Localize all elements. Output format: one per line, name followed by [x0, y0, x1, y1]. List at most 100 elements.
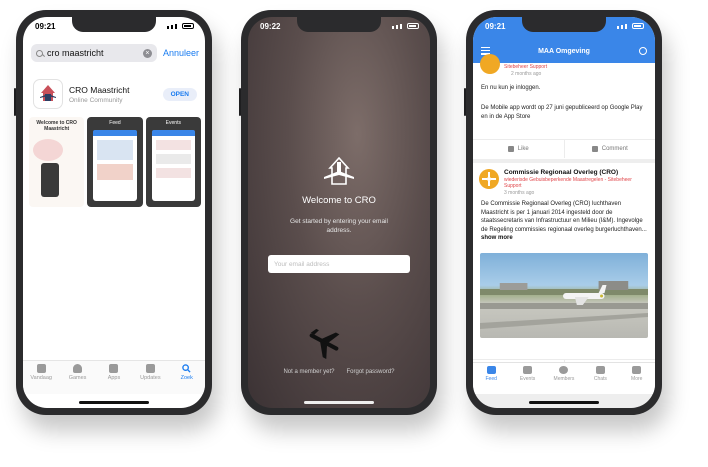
app-category: Online Community [69, 96, 123, 104]
post-author-meta: Commissie Regionaal Overleg (CRO) wieder… [504, 169, 649, 196]
search-icon [36, 49, 43, 57]
post-text: En nu kun je inloggen. [481, 85, 541, 91]
cancel-button[interactable]: Annuleer [163, 48, 199, 58]
post-time: 2 months ago [511, 71, 542, 77]
comment-button[interactable]: Comment [563, 140, 656, 158]
like-label: Like [517, 146, 529, 152]
screenshot-device [151, 130, 195, 201]
home-indicator [304, 401, 374, 404]
layers-icon [109, 364, 119, 373]
email-field[interactable] [268, 255, 410, 273]
app-result-row[interactable]: CRO Maastricht Online Community OPEN [33, 77, 197, 111]
tab-label: Updates [140, 375, 161, 381]
tab-vandaag[interactable]: Vandaag [26, 364, 56, 394]
welcome-title: Welcome to CRO [302, 195, 376, 206]
tab-updates[interactable]: Updates [135, 364, 165, 394]
thumbs-up-icon [507, 146, 514, 152]
post-photo[interactable] [480, 253, 648, 338]
search-value: cro maastricht [47, 48, 104, 58]
tab-label: Vandaag [30, 375, 52, 381]
post-time: 3 months ago [504, 190, 535, 196]
tab-label: Games [68, 375, 87, 381]
home-indicator [529, 401, 599, 404]
avatar[interactable] [479, 169, 499, 189]
tab-members[interactable]: Members [550, 366, 578, 394]
feed-screen: 09:21 MAA Omgeving Sitebeheer Support 2 … [473, 17, 655, 408]
screenshot-device [93, 130, 137, 201]
rocket-icon [73, 364, 83, 373]
not-member-link[interactable]: Not a member yet? [283, 369, 334, 375]
download-icon [145, 364, 155, 373]
notch [522, 17, 606, 32]
app-icon [33, 79, 63, 109]
post-actions: Like Comment [473, 139, 655, 158]
screenshot-events-title: Events [165, 120, 181, 126]
home-icon [486, 366, 496, 374]
page-title: MAA Omgeving [538, 48, 590, 55]
search-row: cro maastricht × Annuleer [31, 43, 199, 63]
airplane-icon [309, 328, 340, 359]
app-meta: CRO Maastricht Online Community [69, 85, 163, 104]
forgot-password-link[interactable]: Forgot password? [347, 369, 395, 375]
calendar-icon [523, 366, 533, 374]
open-button[interactable]: OPEN [162, 87, 197, 101]
screenshot-feed-title: Feed [109, 120, 121, 126]
today-icon [36, 364, 46, 373]
menu-icon [632, 366, 642, 374]
bottom-links: Not a member yet? Forgot password? [248, 369, 430, 375]
tab-label: Zoek [180, 375, 193, 381]
screenshot-events[interactable]: Events [145, 117, 201, 207]
status-time: 09:21 [35, 22, 56, 31]
app-screenshots[interactable]: Welcome to CRO Maastricht Feed Events [29, 117, 201, 207]
post-author-sub: Sitebeheer Support [504, 64, 548, 70]
signal-wifi-battery-icon [392, 23, 419, 29]
search-icon [182, 364, 191, 373]
phone-feed: 09:21 MAA Omgeving Sitebeheer Support 2 … [464, 10, 662, 415]
show-more-link[interactable]: show more [473, 234, 655, 242]
post-author-sub[interactable]: wiederisde Gebuisbeperkende Maastregelen… [504, 177, 649, 189]
search-icon[interactable] [639, 47, 647, 55]
tab-label: Events [519, 376, 536, 382]
screenshot-device [41, 163, 59, 197]
tab-label: Apps [107, 375, 121, 381]
post-card: Sitebeheer Support 2 months ago En nu ku… [473, 54, 655, 159]
status-time: 09:22 [260, 22, 281, 31]
signal-wifi-battery-icon [167, 23, 194, 29]
status-time: 09:21 [485, 22, 506, 31]
comment-label: Comment [601, 146, 628, 152]
feed-tab-bar: Feed Events Members Chats More [473, 362, 655, 394]
feed-list[interactable]: Sitebeheer Support 2 months ago En nu ku… [473, 54, 655, 408]
phone-welcome: 09:22 Welcome to CRO Get started by ente… [239, 10, 437, 415]
app-store-screen: 09:21 cro maastricht × Annuleer CRO Maas… [23, 17, 205, 408]
search-input[interactable]: cro maastricht × [31, 44, 157, 62]
cro-avatar-icon [482, 172, 496, 186]
phone-app-store: 09:21 cro maastricht × Annuleer CRO Maas… [14, 10, 212, 415]
tab-label: More [631, 376, 643, 382]
post-text: De Mobile app wordt op 27 juni gepublice… [481, 105, 643, 120]
screenshot-welcome-title: Welcome to CRO Maastricht [36, 120, 77, 132]
people-icon [559, 366, 569, 374]
airport-photo [480, 281, 648, 329]
post-author[interactable]: Commissie Regionaal Overleg (CRO) [504, 169, 649, 176]
post-text: De Commissie Regionaal Overleg (CRO) luc… [481, 201, 647, 233]
avatar[interactable] [480, 54, 500, 74]
tab-label: Feed [485, 376, 497, 382]
comment-icon [591, 146, 598, 152]
app-store-tab-bar: Vandaag Games Apps Updates Zoek [23, 360, 205, 394]
tab-feed[interactable]: Feed [477, 366, 505, 394]
screenshot-feed[interactable]: Feed [87, 117, 143, 207]
app-name: CRO Maastricht [69, 84, 130, 95]
tab-apps[interactable]: Apps [99, 364, 129, 394]
tab-chats[interactable]: Chats [586, 366, 614, 394]
post-author-row: Commissie Regionaal Overleg (CRO) wieder… [473, 163, 655, 196]
like-button[interactable]: Like [473, 140, 564, 158]
tab-more[interactable]: More [623, 366, 651, 394]
clear-icon[interactable]: × [142, 48, 152, 58]
cro-logo-icon [324, 157, 354, 185]
tab-events[interactable]: Events [514, 366, 542, 394]
tab-games[interactable]: Games [63, 364, 93, 394]
notch [297, 17, 381, 32]
tab-label: Chats [593, 376, 607, 382]
tab-zoek[interactable]: Zoek [172, 364, 202, 394]
screenshot-welcome[interactable]: Welcome to CRO Maastricht [29, 117, 85, 207]
